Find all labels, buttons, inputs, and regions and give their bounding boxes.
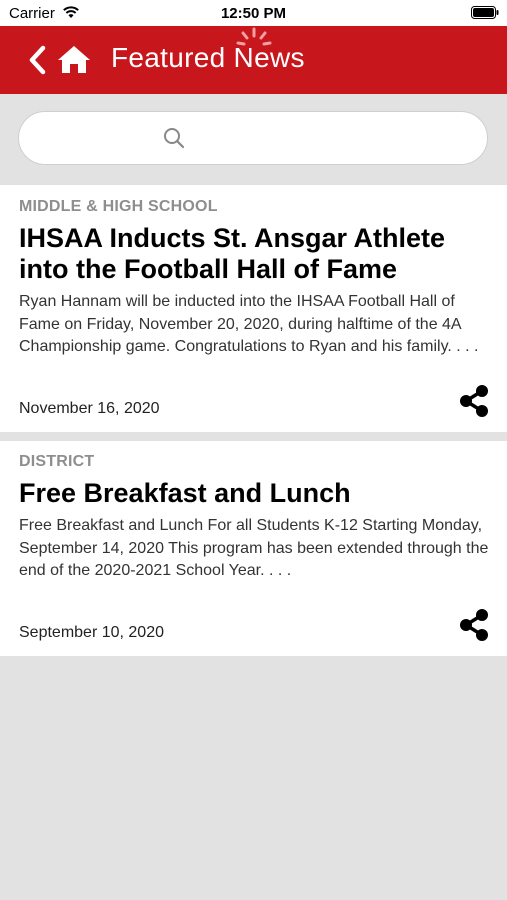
status-bar: Carrier 12:50 PM: [0, 0, 507, 26]
search-area: [0, 94, 507, 185]
home-icon[interactable]: [56, 43, 92, 75]
article-summary: Ryan Hannam will be inducted into the IH…: [19, 293, 479, 355]
search-input[interactable]: [199, 126, 463, 152]
share-icon[interactable]: [457, 384, 491, 418]
page-title: Featured News: [111, 42, 305, 73]
search-bar[interactable]: [18, 111, 488, 165]
news-card[interactable]: DISTRICT Free Breakfast and Lunch Free B…: [0, 441, 507, 656]
nav-bar: Featured News: [0, 26, 507, 94]
article-date: November 16, 2020: [19, 400, 160, 417]
article-category: MIDDLE & HIGH SCHOOL: [19, 198, 218, 215]
clock: 12:50 PM: [220, 5, 287, 22]
article-date: September 10, 2020: [19, 624, 164, 641]
news-card[interactable]: MIDDLE & HIGH SCHOOL IHSAA Inducts St. A…: [0, 185, 507, 432]
article-summary: Free Breakfast and Lunch For all Student…: [19, 517, 489, 579]
article-title[interactable]: IHSAA Inducts St. Ansgar Athlete into th…: [19, 223, 494, 285]
chevron-left-icon[interactable]: [26, 44, 48, 76]
share-icon[interactable]: [457, 608, 491, 642]
search-icon: [164, 128, 185, 149]
article-title[interactable]: Free Breakfast and Lunch: [19, 478, 494, 509]
article-category: DISTRICT: [19, 453, 95, 470]
battery-icon: [471, 6, 499, 19]
